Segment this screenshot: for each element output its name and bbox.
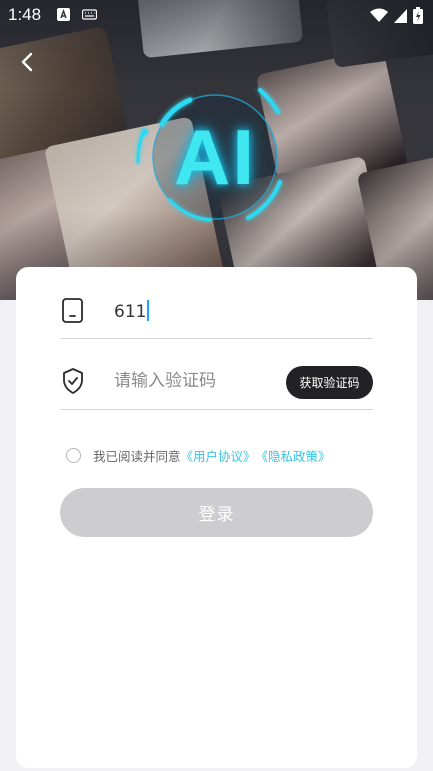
- shield-check-icon: [63, 368, 83, 394]
- wifi-icon: [370, 8, 388, 22]
- status-time: 1:48: [8, 5, 42, 24]
- notification-a-icon: [57, 8, 70, 21]
- keyboard-icon: [82, 9, 97, 20]
- battery-icon: [413, 7, 423, 24]
- verification-code-input[interactable]: [114, 371, 274, 391]
- verification-code-field: 获取验证码: [60, 357, 373, 410]
- agreement-text: 我已阅读并同意: [93, 448, 181, 464]
- status-bar: 1:48: [0, 0, 433, 30]
- phone-field[interactable]: 611: [60, 287, 373, 339]
- privacy-policy-link[interactable]: 《隐私政策》: [256, 446, 331, 465]
- get-code-button[interactable]: 获取验证码: [286, 366, 373, 399]
- ai-logo: AI: [130, 72, 300, 242]
- text-caret: [147, 300, 149, 321]
- login-button[interactable]: 登录: [60, 488, 373, 537]
- user-agreement-link[interactable]: 《用户协议》: [181, 446, 256, 465]
- ai-logo-text: AI: [174, 112, 256, 201]
- agreement-radio[interactable]: [66, 447, 81, 463]
- login-card: 611 获取验证码 我已阅读并同意 《用户协议》 《隐私政策》 登录: [16, 267, 417, 768]
- phone-input-value[interactable]: 611: [114, 300, 149, 322]
- back-arrow-icon[interactable]: [14, 48, 42, 76]
- agreement-row: 我已阅读并同意 《用户协议》 《隐私政策》: [66, 444, 331, 466]
- phone-icon: [62, 298, 83, 323]
- signal-icon: [394, 8, 407, 23]
